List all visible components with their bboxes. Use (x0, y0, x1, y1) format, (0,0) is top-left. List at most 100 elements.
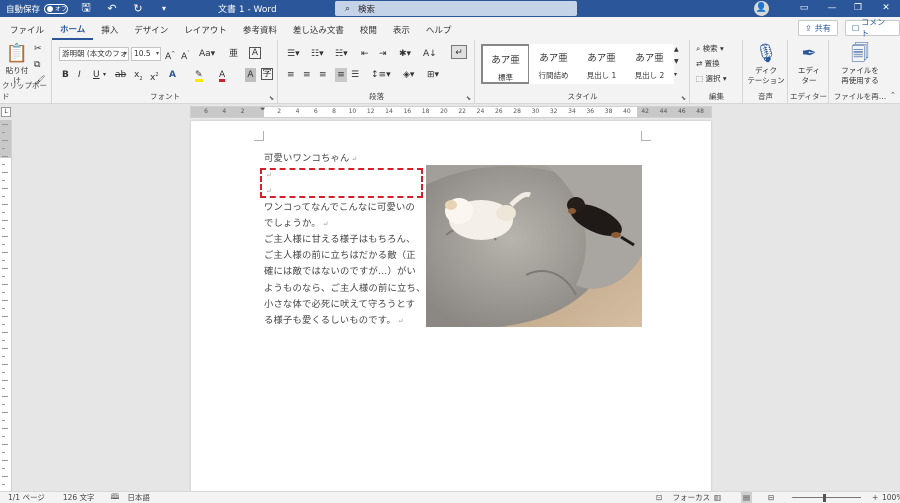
minimize-icon[interactable]: — (820, 0, 844, 17)
asian-layout-icon[interactable]: ✱▾ (399, 47, 411, 61)
numbering-icon[interactable]: ☷▾ (311, 47, 324, 61)
decrease-indent-icon[interactable]: ⇤ (361, 47, 369, 61)
read-mode-icon[interactable]: ▥ (714, 492, 721, 503)
style-item[interactable]: あア亜 見出し 2 (625, 44, 674, 84)
word-count[interactable]: 126 文字 (63, 492, 95, 503)
styles-dialog-launcher-icon[interactable]: ⬊ (681, 95, 686, 102)
tab-1[interactable]: ホーム (52, 19, 94, 40)
font-name-combo[interactable]: 游明朝 (本文のフォ ▾ (59, 47, 129, 61)
character-border-icon[interactable]: 字 (261, 68, 273, 80)
document-line[interactable]: ワンコってなんでこんなに可愛いの (264, 200, 426, 216)
horizontal-ruler[interactable]: 6 4 2 2 4 6 8 10 12 14 16 18 20 22 24 26 28 30 32 34 36 38 40 4… (190, 105, 712, 118)
redo-icon[interactable]: ↻ (130, 2, 146, 15)
tab-4[interactable]: レイアウト (176, 19, 235, 40)
style-item[interactable]: あア亜 標準 (481, 44, 530, 84)
multilevel-list-icon[interactable]: ☵▾ (335, 47, 348, 61)
web-layout-icon[interactable]: ⊟ (768, 492, 774, 503)
undo-icon[interactable]: ↶ (104, 2, 120, 15)
text-effects-icon[interactable]: A (169, 68, 176, 82)
italic-button[interactable]: I (78, 68, 81, 82)
collapse-ribbon-icon[interactable]: ⌃ (890, 88, 896, 102)
document-line[interactable]: 小さな体で必死に吠えて守ろうとす (264, 297, 426, 313)
font-color-icon[interactable]: A (219, 68, 226, 82)
line-spacing-icon[interactable]: ↕≡▾ (371, 68, 391, 82)
shading-icon[interactable]: ◈▾ (403, 68, 414, 82)
align-right-icon[interactable]: ≡ (319, 68, 327, 82)
styles-scroll-down-icon[interactable]: ▼ (674, 55, 679, 69)
user-avatar[interactable]: 👤 (754, 1, 769, 16)
dictate-button[interactable]: 🎙 ディク テーション (746, 42, 786, 86)
sort-icon[interactable]: A↓ (423, 47, 437, 61)
document-line[interactable]: ご主人様に甘える様子はもちろん、 (264, 232, 426, 248)
zoom-in-icon[interactable]: + (872, 492, 878, 503)
align-left-icon[interactable]: ≡ (287, 68, 295, 82)
proofing-icon[interactable]: 🕮 (111, 491, 120, 503)
document-image[interactable] (426, 165, 642, 327)
language-indicator[interactable]: 日本語 (127, 492, 150, 503)
document-line[interactable]: 確には敵ではないのですが…）がい (264, 264, 426, 280)
save-icon[interactable]: 🖫 (78, 0, 94, 18)
bold-button[interactable]: B (62, 68, 69, 82)
highlight-color-icon[interactable]: ✎ (195, 68, 203, 82)
distributed-icon[interactable]: ☰ (351, 68, 359, 82)
style-item[interactable]: あア亜 見出し 1 (577, 44, 626, 84)
document-line[interactable]: ようものなら、ご主人様の前に立ち、 (264, 281, 426, 297)
tab-7[interactable]: 校閲 (352, 19, 385, 40)
underline-button[interactable]: U (93, 68, 100, 82)
close-icon[interactable]: ✕ (874, 0, 898, 17)
print-layout-icon[interactable]: ▤ (741, 492, 753, 503)
tab-3[interactable]: デザイン (126, 19, 176, 40)
replace-button[interactable]: ⇄ 置換 (696, 57, 720, 71)
zoom-slider-track[interactable] (793, 497, 861, 498)
subscript-button[interactable]: x2 (134, 68, 143, 82)
phonetic-guide-icon[interactable]: 亜 (229, 47, 238, 61)
reuse-files-button[interactable]: 🗐 ファイルを 再使用する (832, 42, 888, 86)
enclose-character-icon[interactable]: A (249, 47, 261, 59)
show-formatting-marks-icon[interactable]: ↵ (451, 45, 467, 59)
focus-button[interactable]: ⊡ フォーカス (656, 492, 710, 503)
borders-icon[interactable]: ⊞▾ (427, 68, 439, 82)
change-case-button[interactable]: Aa▾ (199, 47, 215, 61)
zoom-level[interactable]: 100% (882, 492, 900, 503)
underline-options-icon[interactable]: ▾ (103, 68, 106, 82)
tab-9[interactable]: ヘルプ (418, 19, 460, 40)
copy-icon[interactable]: ⧉ (34, 58, 40, 72)
tab-2[interactable]: 挿入 (93, 19, 126, 40)
tab-0[interactable]: ファイル (2, 19, 52, 40)
vertical-ruler[interactable] (0, 120, 12, 492)
find-button[interactable]: ⌕ 検索 ▾ (696, 42, 724, 56)
zoom-slider-thumb[interactable] (823, 494, 826, 502)
grow-font-icon[interactable]: A^ (165, 47, 175, 62)
paragraph-dialog-launcher-icon[interactable]: ⬊ (466, 95, 471, 102)
select-button[interactable]: ⬚ 選択 ▾ (696, 72, 727, 86)
share-button[interactable]: ⇪ 共有 (798, 20, 838, 36)
document-line[interactable]: ご主人様の前に立ちはだかる敵（正 (264, 248, 426, 264)
font-size-combo[interactable]: 10.5 ▾ (131, 47, 161, 61)
editor-button[interactable]: ✒ エディ ター (791, 42, 827, 86)
styles-more-icon[interactable]: ▾ (674, 68, 677, 82)
autosave-toggle[interactable]: オフ (44, 3, 69, 14)
restore-icon[interactable]: ❐ (846, 0, 870, 17)
customize-quick-access-icon[interactable]: ▾ (156, 4, 172, 13)
strikethrough-button[interactable]: ab (115, 68, 126, 82)
cut-icon[interactable]: ✂ (34, 42, 42, 56)
tab-8[interactable]: 表示 (385, 19, 418, 40)
shrink-font-icon[interactable]: Aˇ (181, 47, 190, 62)
document-line[interactable]: る様子も愛くるしいものです。 ↵ (264, 313, 426, 329)
style-item[interactable]: あア亜 行間詰め (529, 44, 578, 84)
justify-icon[interactable]: ≡ (335, 68, 347, 82)
ribbon-display-options-icon[interactable]: ▭ (792, 0, 816, 17)
indent-marker-icon[interactable]: ⏷ (260, 105, 266, 114)
document-page[interactable]: 可愛いワンコちゃん ↵ ↵ ↵ ワンコってなんでこんなに可愛いの でしょうか。 ↵ ご主人様に… (191, 121, 711, 493)
tab-selector-icon[interactable]: L (1, 107, 11, 117)
superscript-button[interactable]: x2 (150, 68, 159, 83)
align-center-icon[interactable]: ≡ (303, 68, 311, 82)
tab-5[interactable]: 参考資料 (235, 19, 285, 40)
bullets-icon[interactable]: ☰▾ (287, 47, 300, 61)
document-line[interactable]: 可愛いワンコちゃん ↵ (264, 151, 426, 167)
document-line[interactable]: でしょうか。 ↵ (264, 216, 426, 232)
comments-button[interactable]: ☐ コメント (845, 18, 900, 38)
increase-indent-icon[interactable]: ⇥ (379, 47, 387, 61)
tab-6[interactable]: 差し込み文書 (285, 19, 352, 40)
font-dialog-launcher-icon[interactable]: ⬊ (269, 95, 274, 102)
